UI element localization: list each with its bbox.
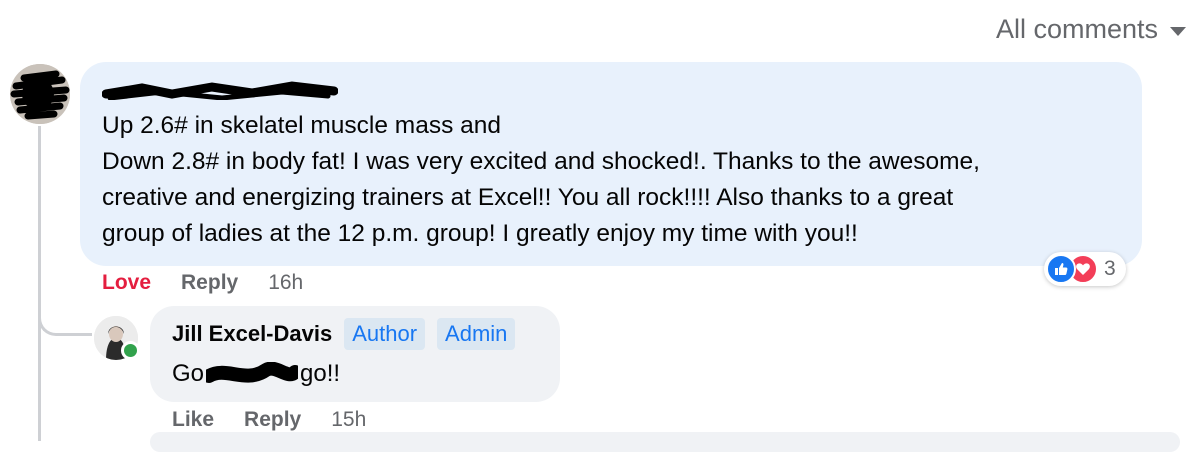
comment-line: group of ladies at the 12 p.m. group! I …: [102, 220, 858, 247]
commenter-avatar[interactable]: [10, 64, 70, 124]
comment-line: creative and energizing trainers at Exce…: [102, 184, 954, 211]
comment-line: Down 2.8# in body fat! I was very excite…: [102, 148, 980, 175]
comment-text: Up 2.6# in skelatel muscle mass and Down…: [102, 108, 1120, 252]
caret-down-icon: [1170, 27, 1186, 36]
reply-actions: Like Reply 15h: [172, 408, 366, 432]
reply-text: Go go!!: [172, 360, 540, 388]
reaction-count: 3: [1104, 257, 1116, 280]
comment-filter-dropdown[interactable]: All comments: [996, 14, 1186, 45]
online-status-dot: [121, 341, 140, 360]
comment-filter-label: All comments: [995, 14, 1158, 44]
thread-connector: [38, 280, 92, 336]
admin-badge: Admin: [437, 318, 516, 350]
comment-timestamp[interactable]: 16h: [268, 271, 303, 295]
author-badge: Author: [344, 318, 426, 350]
reply-author-name[interactable]: Jill Excel-Davis: [172, 321, 332, 347]
reply-button[interactable]: Reply: [244, 408, 301, 432]
reply-text-start: Go: [172, 360, 205, 387]
comment-actions: Love Reply 16h: [102, 271, 303, 295]
redacted-avatar-scribble: [10, 64, 70, 124]
reply-text-end: go!!: [300, 360, 341, 387]
comment-bubble: Up 2.6# in skelatel muscle mass and Down…: [80, 62, 1142, 266]
like-icon: [1046, 254, 1076, 284]
reply-author-avatar[interactable]: [94, 316, 140, 360]
comment-line: Up 2.6# in skelatel muscle mass and: [102, 112, 501, 139]
redacted-author-name[interactable]: [102, 74, 338, 100]
love-reaction-button[interactable]: Love: [102, 271, 151, 295]
like-button[interactable]: Like: [172, 408, 214, 432]
reply-bubble: Jill Excel-Davis Author Admin Go go!!: [150, 306, 560, 402]
reaction-summary[interactable]: 3: [1044, 252, 1126, 286]
redacted-name-scribble: [206, 362, 299, 383]
reply-timestamp[interactable]: 15h: [331, 408, 366, 432]
reply-button[interactable]: Reply: [181, 271, 238, 295]
next-comment-bubble: [150, 432, 1180, 452]
